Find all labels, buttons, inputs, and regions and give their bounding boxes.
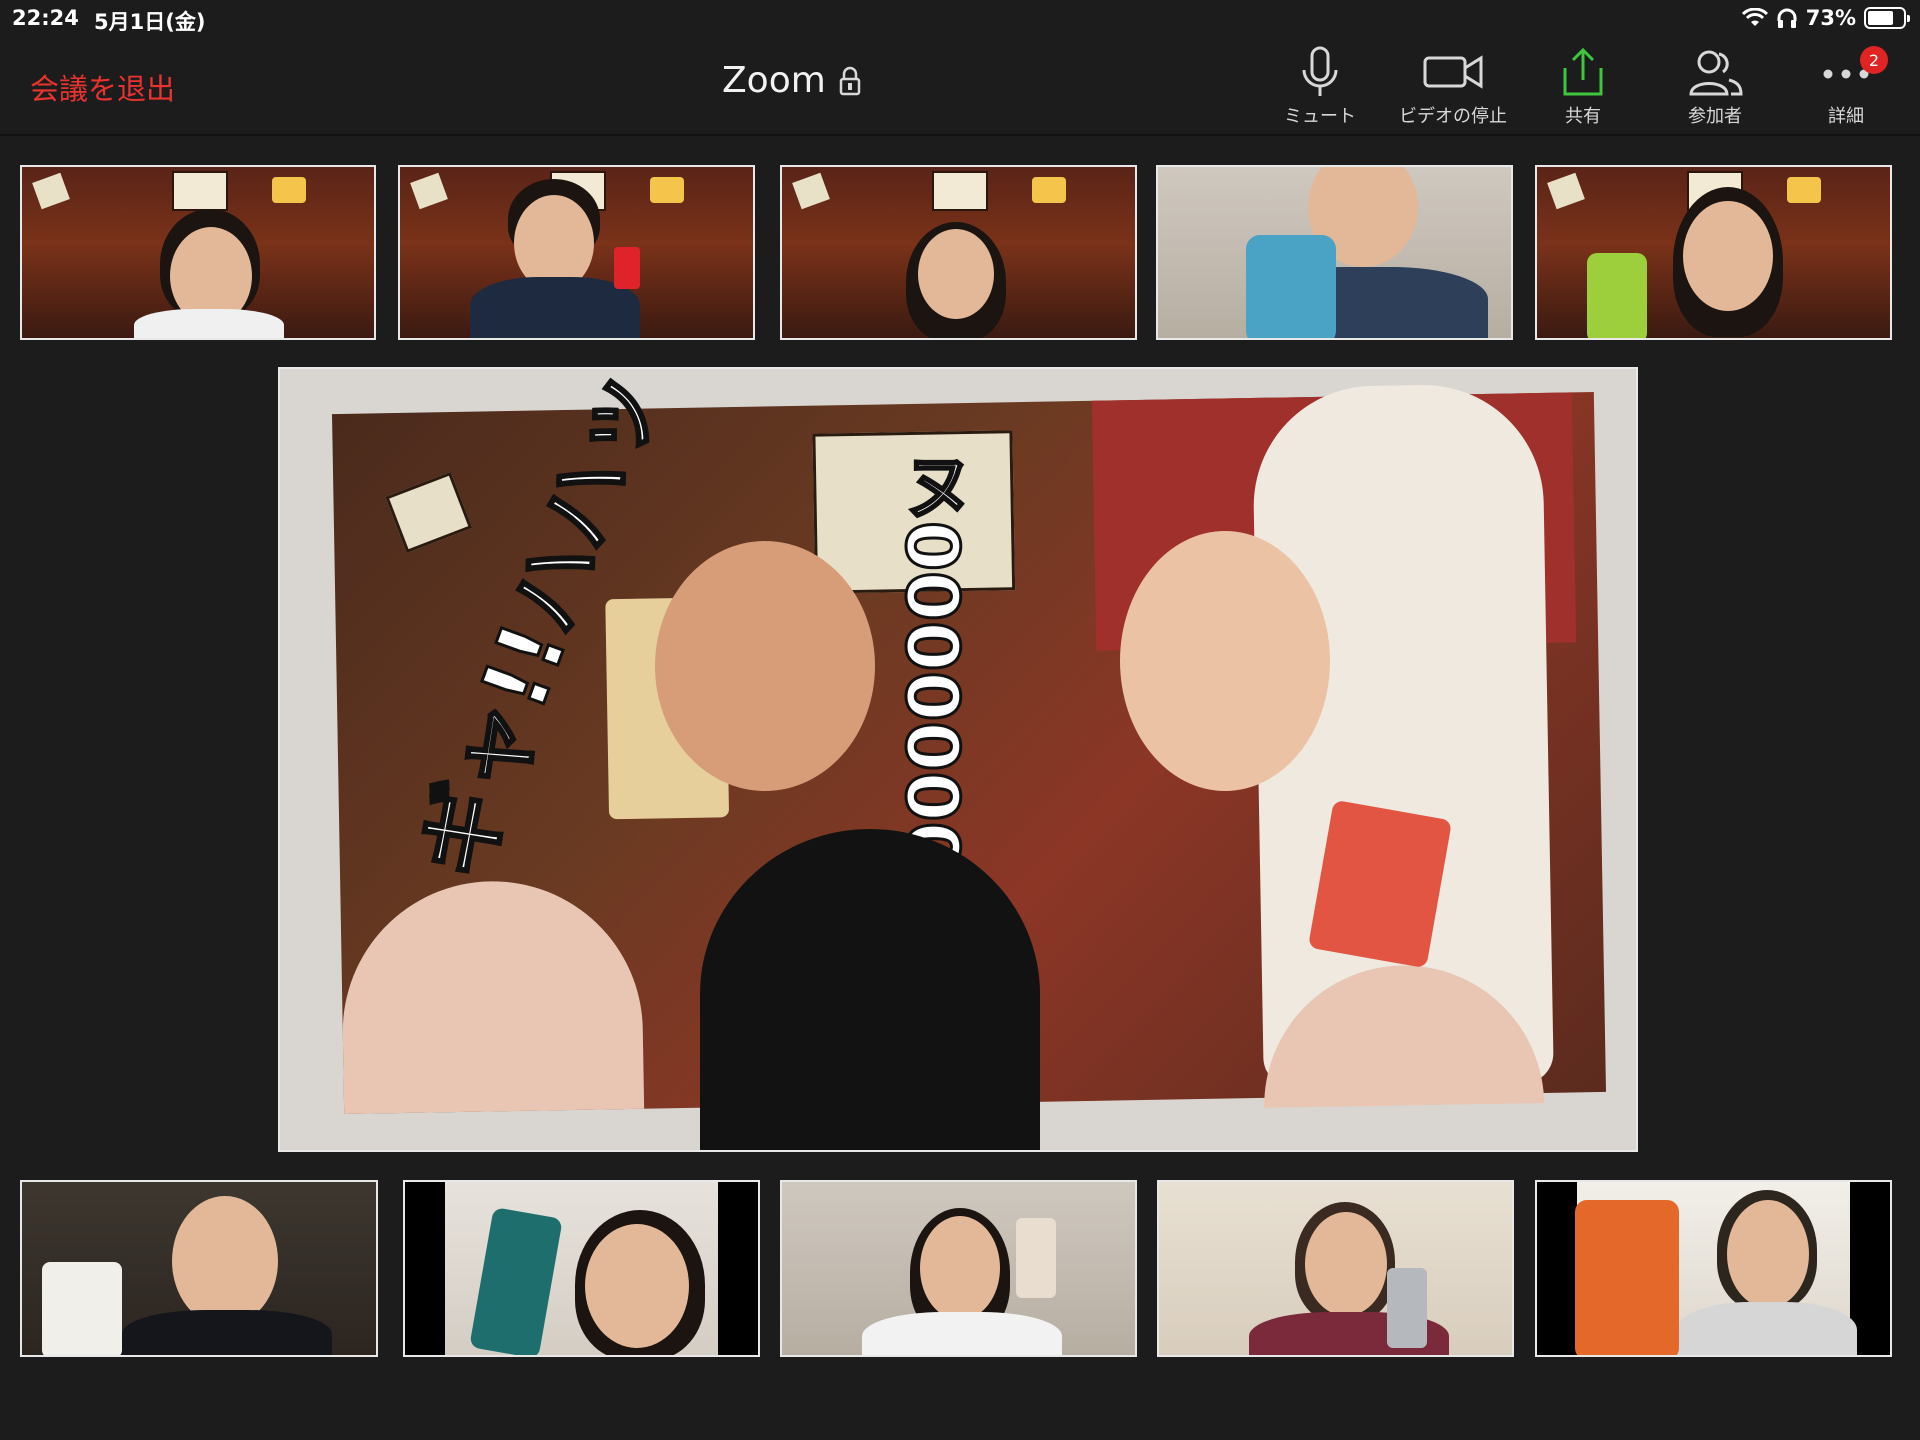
mute-button[interactable]: ミュート bbox=[1250, 46, 1390, 132]
participant-video-tile[interactable] bbox=[1535, 1180, 1892, 1357]
stop-video-label: ビデオの停止 bbox=[1399, 106, 1507, 127]
participant-video-tile[interactable] bbox=[403, 1180, 760, 1357]
wifi-icon bbox=[1741, 8, 1768, 26]
share-label: 共有 bbox=[1565, 106, 1601, 127]
battery-level bbox=[1868, 11, 1893, 25]
participants-icon bbox=[1689, 50, 1743, 96]
participant-video-tile[interactable] bbox=[1157, 1180, 1514, 1357]
battery-icon bbox=[1864, 7, 1910, 29]
lock-icon[interactable] bbox=[838, 66, 862, 96]
meeting-header: 会議を退出 Zoom ミュート ビデオの停止 共有 参加者 2 詳細 bbox=[0, 36, 1920, 136]
participant-video-tile[interactable] bbox=[1156, 165, 1513, 340]
more-button[interactable]: 2 詳細 bbox=[1776, 46, 1916, 132]
participant-video-tile[interactable] bbox=[20, 1180, 378, 1357]
active-speaker-video[interactable]: ギャ!!ハハッ ヌ0000000 bbox=[278, 367, 1638, 1152]
participant-video-tile[interactable] bbox=[1535, 165, 1892, 340]
participant-video-tile[interactable] bbox=[780, 165, 1137, 340]
leave-meeting-button[interactable]: 会議を退出 bbox=[30, 66, 175, 108]
status-date: 5月1日(金) bbox=[94, 10, 206, 34]
status-time: 22:24 bbox=[12, 6, 79, 30]
share-icon bbox=[1563, 47, 1603, 96]
video-camera-icon bbox=[1423, 55, 1483, 89]
headphones-icon bbox=[1777, 8, 1797, 28]
cutout-face-man bbox=[655, 541, 875, 791]
stop-video-button[interactable]: ビデオの停止 bbox=[1383, 46, 1523, 132]
participants-button[interactable]: 参加者 bbox=[1645, 46, 1785, 132]
meeting-title-text: Zoom bbox=[722, 60, 826, 101]
participants-label: 参加者 bbox=[1688, 106, 1742, 127]
mute-label: ミュート bbox=[1284, 106, 1356, 127]
status-bar: 22:24 5月1日(金) 73% bbox=[0, 0, 1920, 36]
cutout-face-child bbox=[1120, 531, 1330, 791]
participant-video-tile[interactable] bbox=[20, 165, 376, 340]
microphone-icon bbox=[1302, 46, 1338, 96]
meeting-title: Zoom bbox=[722, 60, 862, 101]
status-indicators: 73% bbox=[1741, 4, 1910, 32]
participant-video-tile[interactable] bbox=[398, 165, 755, 340]
notification-badge: 2 bbox=[1860, 46, 1888, 74]
battery-percentage: 73% bbox=[1805, 6, 1856, 30]
more-label: 詳細 bbox=[1828, 106, 1864, 127]
participant-video-tile[interactable] bbox=[780, 1180, 1137, 1357]
share-button[interactable]: 共有 bbox=[1513, 46, 1653, 132]
